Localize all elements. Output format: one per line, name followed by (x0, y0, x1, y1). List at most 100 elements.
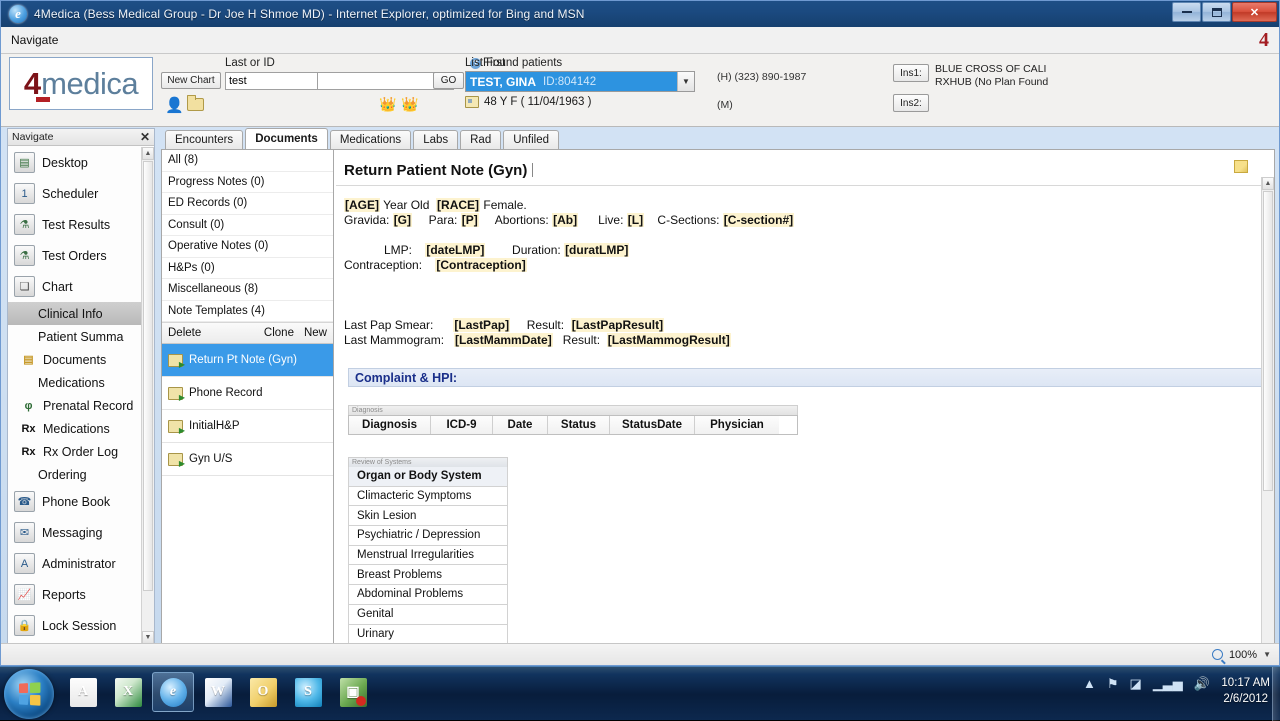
sidebar-item-medications[interactable]: Medications (8, 371, 141, 394)
ros-list-item[interactable]: Urinary (348, 625, 508, 645)
sidebar-item-scheduler[interactable]: 1Scheduler (8, 178, 141, 209)
document-list-item[interactable]: Return Pt Note (Gyn) (162, 344, 333, 377)
document-list-item[interactable]: Phone Record (162, 377, 333, 410)
ros-list-item[interactable]: Genital (348, 605, 508, 625)
patient-select[interactable]: TEST, GINA ID:804142 ▼ (465, 71, 695, 92)
patient-phone-home: (H) (323) 890-1987 (717, 71, 806, 83)
sidebar-item-chart[interactable]: ❏Chart (8, 271, 141, 302)
tab-rad[interactable]: Rad (460, 130, 501, 149)
taskbar-app-word[interactable]: W (197, 672, 239, 712)
document-category[interactable]: Consult (0) (162, 215, 333, 237)
zoom-icon[interactable] (1212, 649, 1223, 660)
sidebar-vertical-scrollbar[interactable]: ▲ ▼ (141, 147, 154, 644)
delete-button[interactable]: Delete (168, 327, 201, 339)
outlook-icon: O (250, 678, 277, 707)
phone-icon: ☎ (14, 491, 35, 512)
scroll-up-icon[interactable]: ▲ (142, 147, 154, 160)
sidebar-item-clinical-info[interactable]: Clinical Info (8, 302, 141, 325)
ros-list-item[interactable]: Psychiatric / Depression (348, 526, 508, 546)
windows-logo-icon (19, 682, 40, 706)
template-placeholder: [LastPapResult] (571, 318, 664, 332)
ros-list-item[interactable]: Breast Problems (348, 565, 508, 585)
tab-medications[interactable]: Medications (330, 130, 411, 149)
sidebar-item-test-orders[interactable]: ⚗Test Orders (8, 240, 141, 271)
tab-labs[interactable]: Labs (413, 130, 458, 149)
tray-volume-icon[interactable]: 🔊 (1194, 677, 1210, 690)
ins2-button[interactable]: Ins2: (893, 94, 929, 112)
ros-list-item[interactable]: Climacteric Symptoms (348, 487, 508, 507)
tray-action-center-icon[interactable]: ⚑ (1107, 677, 1119, 690)
document-category[interactable]: H&Ps (0) (162, 258, 333, 280)
tab-encounters[interactable]: Encounters (165, 130, 243, 149)
ins1-button[interactable]: Ins1: (893, 64, 929, 82)
record-dot-icon (356, 696, 366, 706)
new-chart-button[interactable]: New Chart (161, 72, 221, 89)
taskbar-app-skype[interactable]: S (287, 672, 329, 712)
sidebar-item-ordering[interactable]: Ordering (8, 463, 141, 486)
folder-icon[interactable] (187, 98, 204, 111)
taskbar-app-outlook[interactable]: O (242, 672, 284, 712)
document-list-item[interactable]: Gyn U/S (162, 443, 333, 476)
chevron-down-icon[interactable]: ▼ (677, 72, 694, 91)
taskbar-app-recorder[interactable]: ▣ (332, 672, 374, 712)
tray-network-icon[interactable]: ◪ (1130, 677, 1142, 690)
taskbar-app-excel[interactable]: X (107, 672, 149, 712)
sidebar-item-phone-book[interactable]: ☎Phone Book (8, 486, 141, 517)
taskbar-app-adobe[interactable]: A (62, 672, 104, 712)
close-icon[interactable]: ✕ (140, 131, 150, 143)
windows-start-icon[interactable] (4, 669, 54, 719)
document-line: Last Pap Smear: [LastPap] Result: [LastP… (344, 318, 1274, 333)
template-placeholder: [LastMammDate] (454, 333, 553, 347)
sidebar-item-desktop[interactable]: ▤Desktop (8, 147, 141, 178)
scrollbar-thumb[interactable] (1263, 191, 1273, 491)
sidebar-item-medications[interactable]: RxMedications (8, 417, 141, 440)
taskbar-clock[interactable]: 10:17 AM 2/6/2012 (1221, 675, 1270, 707)
sidebar-item-prenatal-record[interactable]: φPrenatal Record (8, 394, 141, 417)
tab-unfiled[interactable]: Unfiled (503, 130, 559, 149)
sidebar-item-administrator[interactable]: AAdministrator (8, 548, 141, 579)
taskbar-app-ie[interactable]: e (152, 672, 194, 712)
scrollbar-thumb[interactable] (143, 161, 153, 591)
sticky-note-icon[interactable] (1234, 160, 1248, 173)
sidebar-item-documents[interactable]: ▤Documents (8, 348, 141, 371)
document-category[interactable]: ED Records (0) (162, 193, 333, 215)
document-category[interactable]: Miscellaneous (8) (162, 279, 333, 301)
tray-signal-icon[interactable]: ▁▃▅ (1153, 677, 1183, 690)
administrator-icon: A (14, 553, 35, 574)
tab-documents[interactable]: Documents (245, 128, 328, 149)
ros-list-item[interactable]: Skin Lesion (348, 506, 508, 526)
document-icon: ▤ (20, 349, 37, 370)
maximize-button[interactable] (1202, 2, 1231, 22)
document-text: Live: (578, 213, 627, 227)
calendar-icon: 1 (14, 183, 35, 204)
show-desktop-button[interactable] (1272, 667, 1280, 721)
document-category[interactable]: Progress Notes (0) (162, 172, 333, 194)
document-category[interactable]: Operative Notes (0) (162, 236, 333, 258)
ros-list-item[interactable]: Abdominal Problems (348, 585, 508, 605)
menu-item-navigate[interactable]: Navigate (1, 33, 68, 47)
patient-selected-row[interactable]: TEST, GINA ID:804142 (466, 72, 677, 91)
sidebar-item-lock-session[interactable]: 🔒Lock Session (8, 610, 141, 641)
document-list-item[interactable]: InitialH&P (162, 410, 333, 443)
new-button[interactable]: New (304, 327, 327, 339)
sidebar-item-messaging[interactable]: ✉Messaging (8, 517, 141, 548)
sidebar-item-reports[interactable]: 📈Reports (8, 579, 141, 610)
person-icon[interactable]: 👤 (165, 96, 184, 114)
ros-list-item[interactable]: Menstrual Irregularities (348, 546, 508, 566)
review-of-systems-caption: Review of Systems (348, 457, 508, 467)
sidebar-header: Navigate ✕ (8, 129, 154, 146)
clone-button[interactable]: Clone (264, 327, 294, 339)
document-vertical-scrollbar[interactable]: ▲ (1261, 177, 1274, 656)
document-category[interactable]: All (8) (162, 150, 333, 172)
go-button[interactable]: GO (433, 72, 464, 89)
sidebar-item-patient-summa[interactable]: Patient Summa (8, 325, 141, 348)
close-button[interactable]: ✕ (1232, 2, 1277, 22)
scroll-up-icon[interactable]: ▲ (1262, 177, 1274, 190)
sidebar-item-test-results[interactable]: ⚗Test Results (8, 209, 141, 240)
sidebar-item-rx-order-log[interactable]: RxRx Order Log (8, 440, 141, 463)
tray-show-hidden-icon[interactable]: ▲ (1083, 677, 1096, 690)
binoculars-search-icon[interactable]: 👑 (379, 96, 396, 113)
minimize-button[interactable] (1172, 2, 1201, 22)
document-category[interactable]: Note Templates (4) (162, 301, 333, 323)
chevron-down-icon[interactable]: ▼ (1263, 650, 1271, 659)
